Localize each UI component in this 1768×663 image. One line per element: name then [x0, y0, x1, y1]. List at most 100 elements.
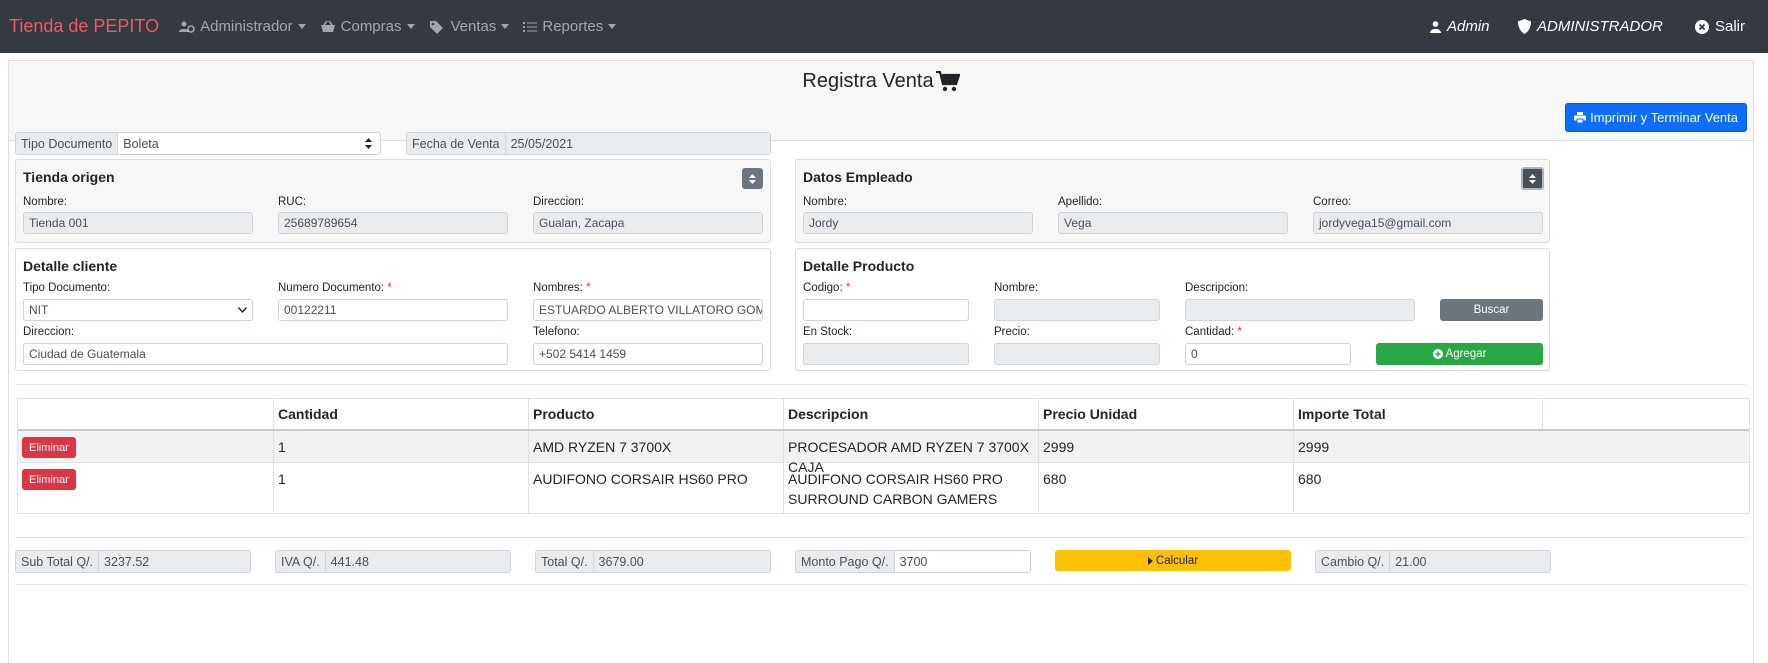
total-field[interactable]: 3679.00 [593, 551, 770, 572]
iva-label: IVA Q/. [276, 551, 326, 572]
collapse-toggle-button[interactable] [742, 168, 763, 189]
chevron-down-icon [238, 307, 247, 313]
total-label: Total Q/. [536, 551, 594, 572]
required-marker: * [845, 282, 851, 294]
cliente-nombres-field[interactable]: ESTUARDO ALBERTO VILLATORO GOMEZ [533, 299, 763, 321]
fecha-venta-field[interactable]: 25/05/2021 [505, 133, 770, 154]
cambio-label: Cambio Q/. [1316, 551, 1391, 572]
print-finish-label: Imprimir y Terminar Venta [1590, 110, 1738, 125]
chevron-down-icon [608, 24, 617, 29]
td-producto: AUDIFONO CORSAIR HS60 PRO [528, 463, 783, 513]
menu-ventas[interactable]: Ventas [429, 18, 510, 35]
card-header: Registra Venta Imprimir y Terminar Venta [9, 61, 1753, 141]
cliente-numero-field[interactable]: 00122211 [278, 299, 508, 321]
tienda-direccion-field[interactable]: Gualan, Zacapa [533, 212, 763, 234]
detalle-producto-panel: Detalle Producto Codigo: * Nombre: Descr… [795, 248, 1550, 371]
tienda-nombre-field[interactable]: Tienda 001 [23, 212, 253, 234]
detalle-cliente-panel: Detalle cliente Tipo Documento: NIT Nume… [15, 248, 771, 371]
producto-cantidad-label: Cantidad: * [1185, 326, 1242, 338]
td-actions: Eliminar [18, 431, 273, 462]
monto-pago-field[interactable]: 3700 [894, 551, 1030, 572]
logout-label: Salir [1715, 18, 1746, 35]
empleado-nombre-field[interactable]: Jordy [803, 212, 1033, 234]
page-title: Registra Venta [9, 70, 1753, 93]
producto-nombre-field[interactable] [994, 299, 1160, 321]
cambio-field[interactable]: 21.00 [1390, 551, 1550, 572]
iva-group: IVA Q/. 441.48 [275, 550, 511, 573]
menu-reportes[interactable]: Reportes [523, 18, 617, 35]
divider [16, 384, 1746, 385]
buscar-button[interactable]: Buscar [1440, 299, 1543, 321]
monto-pago-label: Monto Pago Q/. [796, 551, 895, 572]
tags-icon [429, 20, 443, 34]
required-marker: * [586, 282, 591, 294]
chevron-down-icon [406, 24, 415, 29]
menu-ventas-label: Ventas [450, 18, 497, 35]
subtotal-field[interactable]: 3237.52 [99, 551, 250, 572]
calcular-button[interactable]: Calcular [1055, 550, 1291, 571]
printer-icon [1574, 112, 1587, 123]
monto-pago-group: Monto Pago Q/. 3700 [795, 550, 1031, 573]
tienda-ruc-label: RUC: [278, 196, 307, 208]
user-role: ADMINISTRADOR [1537, 18, 1663, 35]
producto-descripcion-label: Descripcion: [1185, 282, 1249, 294]
logout-link[interactable]: Salir [1695, 0, 1745, 53]
producto-stock-field[interactable] [803, 343, 969, 365]
sort-icon [1529, 173, 1536, 184]
fecha-venta-label: Fecha de Venta [407, 133, 506, 154]
tipo-documento-select[interactable]: Boleta [118, 133, 380, 154]
tienda-origen-panel: Tienda origen Nombre: Tienda 001 RUC: 25… [15, 159, 771, 243]
producto-cantidad-label-text: Cantidad: [1185, 326, 1235, 338]
eliminar-button[interactable]: Eliminar [22, 437, 76, 458]
cliente-telefono-field[interactable]: +502 5414 1459 [533, 343, 763, 365]
cliente-numero-label-text: Numero Documento: [278, 282, 385, 294]
producto-cantidad-field[interactable]: 0 [1185, 343, 1351, 365]
menu-compras[interactable]: Compras [320, 18, 415, 35]
shopping-basket-icon [320, 20, 335, 32]
producto-codigo-label: Codigo: * [803, 282, 850, 294]
shield-icon [1518, 19, 1531, 34]
empleado-nombre-label: Nombre: [803, 196, 848, 208]
tienda-direccion-label: Direccion: [533, 196, 585, 208]
collapse-toggle-button[interactable] [1521, 167, 1544, 190]
products-table: Cantidad Producto Descripcion Precio Uni… [17, 398, 1750, 514]
tasks-icon [523, 21, 538, 32]
tienda-ruc-field[interactable]: 25689789654 [278, 212, 508, 234]
tienda-origen-title: Tienda origen [23, 169, 115, 185]
cliente-tipo-value: NIT [29, 303, 49, 317]
table-header: Cantidad Producto Descripcion Precio Uni… [18, 399, 1749, 431]
nav-user[interactable]: Admin [1430, 0, 1490, 53]
th-cantidad: Cantidad [273, 399, 528, 429]
menu-administrador[interactable]: Administrador [179, 18, 306, 35]
agregar-button[interactable]: Agregar [1376, 343, 1543, 365]
td-importe: 680 [1293, 463, 1549, 513]
iva-field[interactable]: 441.48 [325, 551, 510, 572]
cliente-nombres-label: Nombres: * [533, 282, 591, 294]
menu-reportes-label: Reportes [542, 18, 604, 35]
page-title-text: Registra Venta [802, 70, 934, 92]
th-actions [18, 399, 273, 429]
nav-role[interactable]: ADMINISTRADOR [1518, 0, 1663, 53]
tienda-nombre-label: Nombre: [23, 196, 68, 208]
chevron-down-icon [297, 24, 306, 29]
calcular-label: Calcular [1155, 554, 1199, 567]
empleado-apellido-field[interactable]: Vega [1058, 212, 1288, 234]
cliente-direccion-field[interactable]: Ciudad de Guatemala [23, 343, 508, 365]
required-marker: * [387, 282, 392, 294]
tipo-documento-group: Tipo Documento Boleta [15, 132, 381, 155]
divider [16, 584, 1746, 585]
cliente-tipo-select[interactable]: NIT [23, 299, 253, 321]
brand[interactable]: Tienda de PEPITO [9, 16, 159, 37]
detalle-producto-title: Detalle Producto [803, 258, 915, 274]
empleado-apellido-label: Apellido: [1058, 196, 1103, 208]
empleado-correo-field[interactable]: jordyvega15@gmail.com [1313, 212, 1543, 234]
th-descripcion: Descripcion [783, 399, 1038, 429]
producto-codigo-field[interactable] [803, 299, 969, 321]
producto-precio-field[interactable] [994, 343, 1160, 365]
td-descripcion: PROCESADOR AMD RYZEN 7 3700X CAJA [783, 431, 1038, 475]
cliente-direccion-label: Direccion: [23, 326, 75, 338]
eliminar-button[interactable]: Eliminar [22, 469, 76, 490]
print-finish-button[interactable]: Imprimir y Terminar Venta [1565, 103, 1747, 132]
producto-descripcion-field[interactable] [1185, 299, 1415, 321]
cliente-telefono-label: Telefono: [533, 326, 580, 338]
